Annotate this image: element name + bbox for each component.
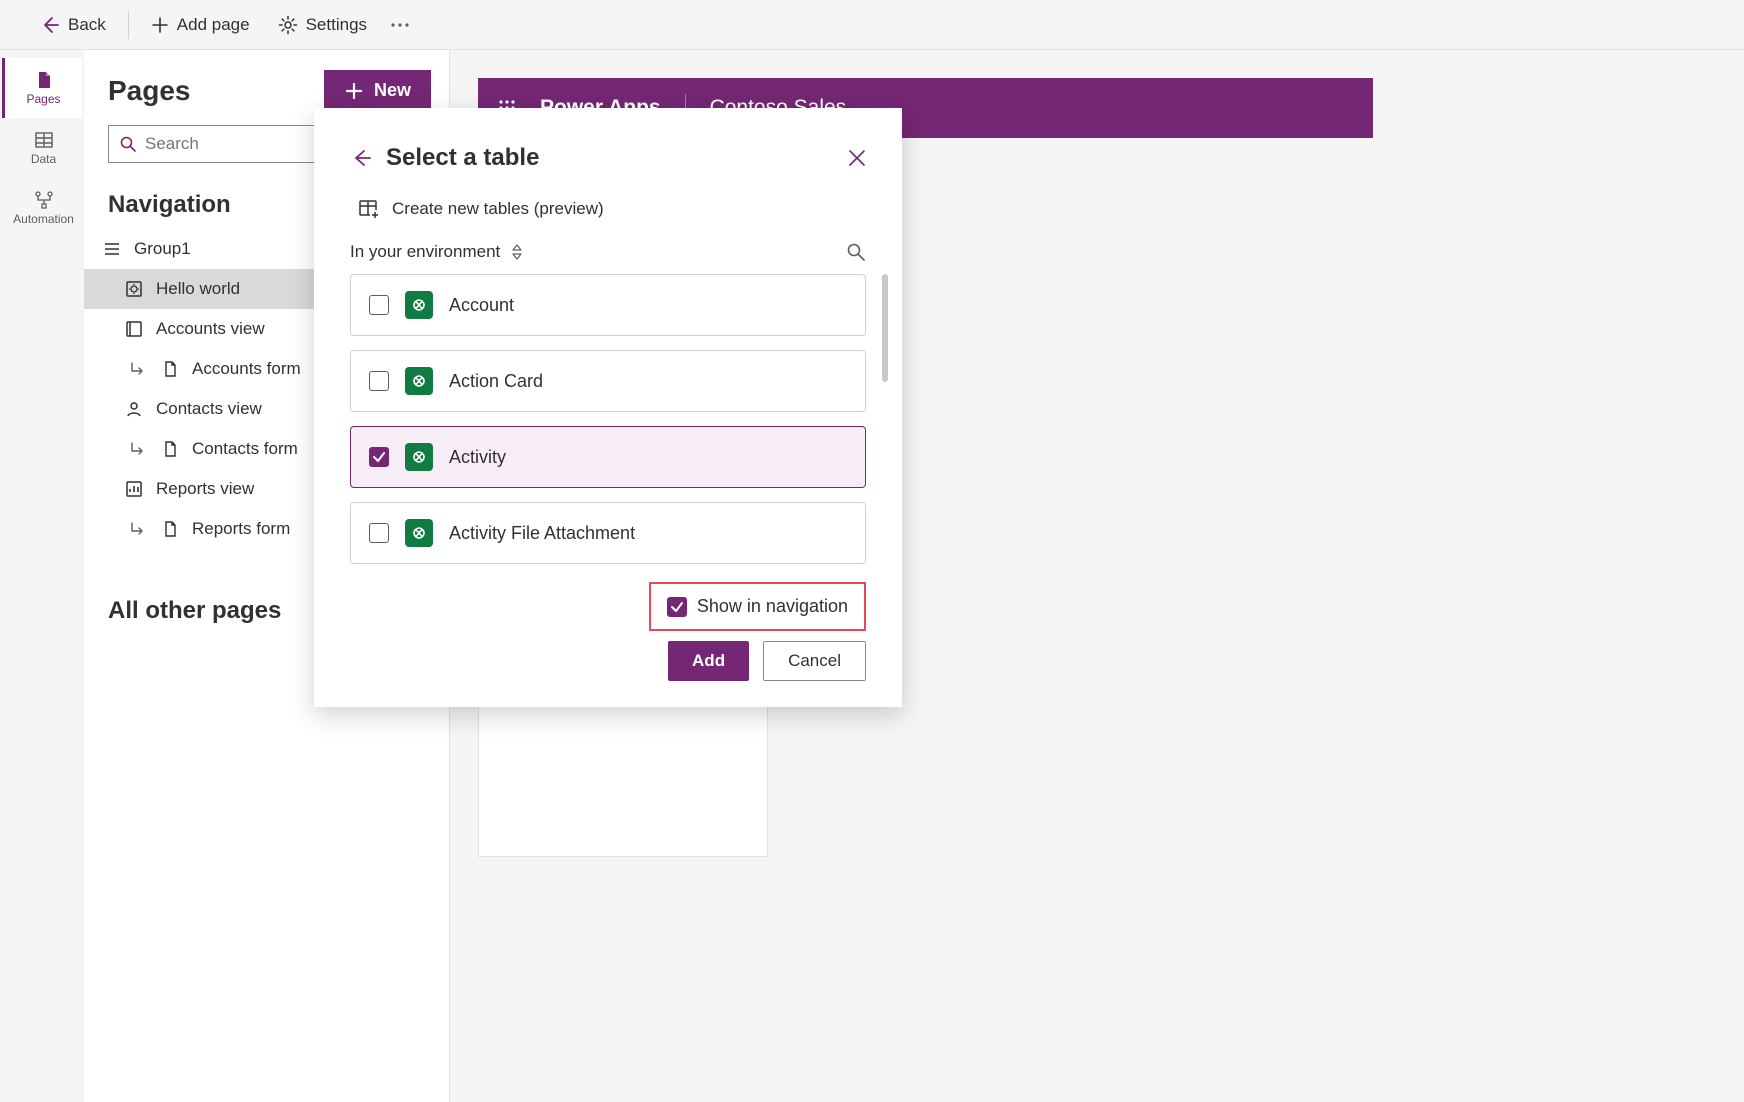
add-page-label: Add page — [177, 15, 250, 35]
rail-data-label: Data — [31, 152, 56, 166]
subpage-arrow-icon — [128, 439, 148, 459]
table-icon — [34, 130, 54, 150]
form-icon — [160, 359, 180, 379]
sort-icon[interactable] — [510, 243, 524, 261]
select-table-dialog: Select a table Create new tables (previe… — [314, 108, 902, 707]
back-arrow-icon — [40, 15, 60, 35]
table-option[interactable]: Activity — [350, 426, 866, 488]
check-icon — [372, 450, 386, 464]
new-label: New — [374, 80, 411, 101]
dataverse-icon — [405, 291, 433, 319]
rail-automation-label: Automation — [13, 212, 74, 226]
add-button[interactable]: Add — [668, 641, 749, 681]
rail-item-automation[interactable]: Automation — [2, 178, 82, 238]
plus-icon — [151, 16, 169, 34]
rail-item-pages[interactable]: Pages — [2, 58, 82, 118]
nav-item-label: Reports view — [156, 479, 254, 499]
show-in-navigation-option[interactable]: Show in navigation — [649, 582, 866, 631]
scrollbar-thumb[interactable] — [882, 274, 888, 382]
dataverse-icon — [405, 367, 433, 395]
more-button[interactable] — [385, 9, 415, 41]
add-page-button[interactable]: Add page — [141, 9, 260, 41]
divider — [128, 11, 129, 39]
close-icon[interactable] — [848, 149, 866, 167]
table-name: Action Card — [449, 371, 543, 392]
dialog-title: Select a table — [386, 144, 834, 172]
table-checkbox[interactable] — [369, 523, 389, 543]
search-icon — [119, 135, 137, 153]
settings-button[interactable]: Settings — [268, 9, 377, 41]
new-button[interactable]: New — [324, 70, 431, 111]
table-option[interactable]: Action Card — [350, 350, 866, 412]
form-icon — [160, 439, 180, 459]
table-plus-icon — [358, 198, 380, 220]
dataverse-icon — [405, 519, 433, 547]
environment-section-header: In your environment — [350, 242, 866, 262]
table-list: Account Action Card Activity Activity File … — [350, 274, 866, 578]
view-icon — [124, 319, 144, 339]
flow-icon — [34, 190, 54, 210]
dataverse-icon — [405, 443, 433, 471]
table-option[interactable]: Account — [350, 274, 866, 336]
contact-icon — [124, 399, 144, 419]
nav-item-label: Hello world — [156, 279, 240, 299]
table-checkbox[interactable] — [369, 447, 389, 467]
table-name: Account — [449, 295, 514, 316]
show-in-nav-label: Show in navigation — [697, 596, 848, 617]
form-icon — [160, 519, 180, 539]
group-icon — [102, 239, 122, 259]
nav-item-label: Reports form — [192, 519, 290, 539]
nav-item-label: Accounts form — [192, 359, 301, 379]
pages-title: Pages — [108, 75, 191, 107]
nav-item-label: Contacts form — [192, 439, 298, 459]
subpage-arrow-icon — [128, 519, 148, 539]
create-new-label: Create new tables (preview) — [392, 199, 604, 219]
plus-icon — [344, 81, 364, 101]
check-icon — [670, 600, 684, 614]
show-in-nav-checkbox[interactable] — [667, 597, 687, 617]
create-new-tables-link[interactable]: Create new tables (preview) — [350, 198, 866, 220]
table-option[interactable]: Activity File Attachment — [350, 502, 866, 564]
left-rail: Pages Data Automation — [0, 50, 84, 1102]
page-icon — [34, 70, 54, 90]
table-checkbox[interactable] — [369, 295, 389, 315]
settings-label: Settings — [306, 15, 367, 35]
group-label: Group1 — [134, 239, 191, 259]
back-arrow-icon[interactable] — [350, 147, 372, 169]
report-icon — [124, 479, 144, 499]
back-button[interactable]: Back — [30, 9, 116, 41]
table-name: Activity File Attachment — [449, 523, 635, 544]
rail-pages-label: Pages — [26, 92, 60, 106]
search-icon[interactable] — [846, 242, 866, 262]
gear-icon — [278, 15, 298, 35]
custom-icon — [124, 279, 144, 299]
nav-item-label: Accounts view — [156, 319, 265, 339]
env-label: In your environment — [350, 242, 500, 262]
table-name: Activity — [449, 447, 506, 468]
back-label: Back — [68, 15, 106, 35]
ellipsis-icon — [389, 15, 411, 35]
nav-item-label: Contacts view — [156, 399, 262, 419]
table-checkbox[interactable] — [369, 371, 389, 391]
cancel-button[interactable]: Cancel — [763, 641, 866, 681]
subpage-arrow-icon — [128, 359, 148, 379]
rail-item-data[interactable]: Data — [2, 118, 82, 178]
top-command-bar: Back Add page Settings — [0, 0, 1744, 50]
